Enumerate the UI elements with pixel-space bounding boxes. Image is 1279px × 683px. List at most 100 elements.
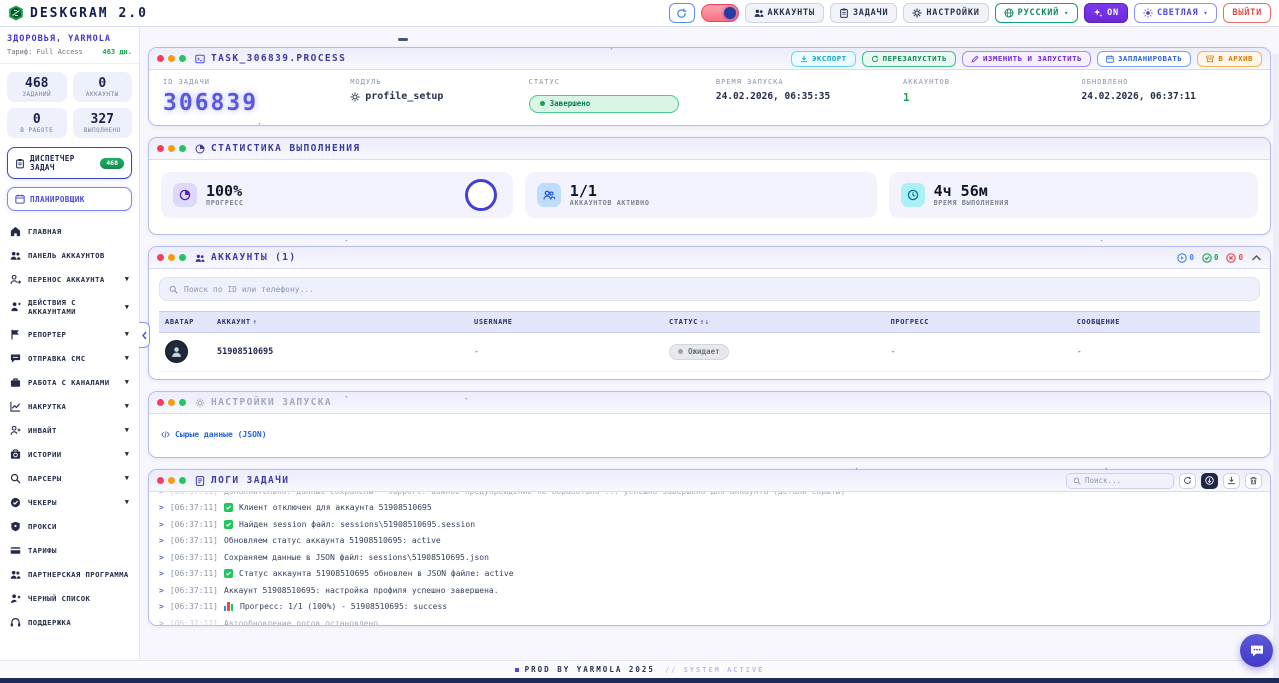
theme-selector[interactable]: СВЕТЛАЯ ▾: [1134, 3, 1217, 23]
col-progress[interactable]: ПРОГРЕСС: [891, 318, 1077, 326]
col-account[interactable]: АККАУНТ↑: [217, 318, 474, 326]
logs-search-input[interactable]: [1085, 476, 1167, 485]
scroll-indicator: [398, 38, 408, 41]
sidebar-item-parsers[interactable]: ПАРСЕРЫ ▼: [7, 466, 132, 490]
accounts-search-input[interactable]: [184, 285, 1250, 294]
user-transfer-icon: [10, 274, 21, 285]
account-message: -: [1077, 347, 1254, 357]
app-title: DESKGRAM 2.0: [30, 6, 148, 21]
logout-button[interactable]: ВЫЙТИ: [1223, 3, 1271, 23]
schedule-button[interactable]: ЗАПЛАНИРОВАТЬ: [1097, 51, 1191, 67]
progress-value: 100%: [206, 183, 244, 199]
col-username[interactable]: USERNAME: [474, 318, 669, 326]
collapse-chevron-icon[interactable]: [1251, 254, 1262, 262]
chevron-down-icon: ▼: [125, 402, 129, 410]
sidebar-collapse-handle[interactable]: [139, 322, 150, 348]
users-icon: [10, 250, 21, 261]
sidebar-item-transfer-account[interactable]: ПЕРЕНОС АККАУНТА ▼: [7, 267, 132, 291]
headset-icon: [10, 617, 21, 628]
settings-button-label: НАСТРОЙКИ: [926, 8, 979, 18]
sidebar-item-channels[interactable]: РАБОТА С КАНАЛАМИ ▼: [7, 370, 132, 394]
pie-chart-icon: [173, 183, 197, 207]
field-status: СТАТУС Завершено: [529, 78, 712, 115]
stat-tile-done: 327 ВЫПОЛНЕНО: [73, 108, 133, 138]
logs-clear-button[interactable]: [1245, 473, 1262, 489]
field-start-time: ВРЕМЯ ЗАПУСКА 24.02.2026, 06:35:35: [716, 78, 899, 115]
sidebar-item-proxy[interactable]: ПРОКСИ: [7, 514, 132, 538]
logs-output[interactable]: [06:37:11] Дополнительно: данные сохране…: [149, 492, 1270, 625]
status-badge: Завершено: [529, 95, 679, 113]
language-selector[interactable]: РУССКИЙ ▾: [995, 3, 1078, 23]
sidebar-item-invite[interactable]: ИНВАЙТ ▼: [7, 418, 132, 442]
sidebar-item-support[interactable]: ПОДДЕРЖКА: [7, 610, 132, 634]
planner-button[interactable]: ПЛАНИРОВЩИК: [7, 187, 132, 211]
field-task-id: ID ЗАДАЧИ 306839: [163, 78, 346, 115]
search-icon: [10, 473, 21, 484]
logo-icon: [8, 5, 24, 21]
sidebar-item-boost[interactable]: НАКРУТКА ▼: [7, 394, 132, 418]
tasks-button-label: ЗАДАЧИ: [853, 8, 889, 18]
support-chat-button[interactable]: [1240, 634, 1273, 667]
ai-toggle-button[interactable]: ON: [1084, 3, 1128, 23]
search-icon: [1073, 477, 1081, 485]
col-message[interactable]: СООБЩЕНИЕ: [1077, 318, 1254, 326]
tariff-label: Тариф: Full Access: [7, 48, 83, 56]
log-line: [06:37:11] Дополнительно: данные сохране…: [159, 492, 1260, 500]
live-toggle[interactable]: [701, 4, 739, 22]
col-avatar[interactable]: АВАТАР: [165, 318, 217, 326]
sidebar-item-home[interactable]: ГЛАВНАЯ: [7, 219, 132, 243]
accounts-button-label: АККАУНТЫ: [768, 8, 815, 18]
sidebar-item-tariffs[interactable]: ТАРИФЫ: [7, 538, 132, 562]
logs-autoscroll-button[interactable]: [1201, 473, 1218, 489]
sidebar-item-accounts-panel[interactable]: ПАНЕЛЬ АККАУНТОВ: [7, 243, 132, 267]
raw-json-link[interactable]: Сырые данные (JSON): [161, 430, 267, 439]
sidebar-item-checkers[interactable]: ЧЕКЕРЫ ▼: [7, 490, 132, 514]
tasks-button[interactable]: ЗАДАЧИ: [830, 3, 898, 23]
refresh-button[interactable]: [669, 3, 695, 23]
task-dispatcher-button[interactable]: ДИСПЕТЧЕР ЗАДАЧ 468: [7, 147, 132, 179]
stat-tile-tasks: 468 ЗАДАНИЙ: [7, 72, 67, 102]
archive-button[interactable]: В АРХИВ: [1197, 51, 1262, 67]
sidebar-item-stories[interactable]: ИСТОРИИ ▼: [7, 442, 132, 466]
sidebar-item-blacklist[interactable]: ЧЕРНЫЙ СПИСОК: [7, 586, 132, 610]
circle-x-icon: [1226, 253, 1236, 263]
stat-value: 0: [9, 113, 65, 127]
logs-download-button[interactable]: [1223, 473, 1240, 489]
horizontal-scrollbar[interactable]: [0, 678, 1279, 683]
page-scrollbar[interactable]: [1273, 54, 1279, 683]
chevron-down-icon: ▼: [125, 498, 129, 506]
schedule-label: ЗАПЛАНИРОВАТЬ: [1118, 54, 1182, 63]
export-button[interactable]: ЭКСПОРТ: [791, 51, 856, 67]
logs-refresh-button[interactable]: [1179, 473, 1196, 489]
edit-and-run-button[interactable]: ИЗМЕНИТЬ И ЗАПУСТИТЬ: [962, 51, 1091, 67]
settings-button[interactable]: НАСТРОЙКИ: [903, 3, 988, 23]
failed-counter: 0: [1226, 253, 1243, 263]
sidebar-item-sms[interactable]: ОТПРАВКА СМС ▼: [7, 346, 132, 370]
footer-text: PROD BY YARMOLA 2025: [515, 665, 655, 674]
task-panel-header: TASK_306839.PROCESS ЭКСПОРТ ПЕРЕЗАПУСТИТ…: [149, 48, 1270, 70]
sparkles-icon: [1093, 8, 1103, 18]
sidebar-item-partner-program[interactable]: ПАРТНЕРСКАЯ ПРОГРАММА: [7, 562, 132, 586]
gear-icon: [350, 92, 360, 102]
sidebar-item-account-actions[interactable]: ДЕЙСТВИЯ С АККАУНТАМИ ▼: [7, 291, 132, 322]
table-row[interactable]: 51908510695 - Ожидает - -: [159, 333, 1260, 372]
active-accounts-card: 1/1 АККАУНТОВ АКТИВНО: [525, 172, 877, 218]
chevron-down-icon: ▾: [1203, 9, 1208, 17]
home-icon: [10, 226, 21, 237]
restart-button[interactable]: ПЕРЕЗАПУСТИТЬ: [862, 51, 956, 67]
task-panel: TASK_306839.PROCESS ЭКСПОРТ ПЕРЕЗАПУСТИТ…: [148, 47, 1271, 126]
code-icon: [161, 430, 170, 439]
language-label: РУССКИЙ: [1018, 8, 1059, 18]
stat-value: 0: [75, 77, 131, 91]
accounts-search[interactable]: [159, 277, 1260, 301]
theme-label: СВЕТЛАЯ: [1157, 8, 1198, 18]
logs-search[interactable]: [1066, 473, 1174, 489]
sidebar-item-reporter[interactable]: РЕПОРТЕР ▼: [7, 322, 132, 346]
col-status[interactable]: СТАТУС↑↓: [669, 318, 891, 326]
updated-value: 24.02.2026, 06:37:11: [1082, 91, 1256, 102]
log-line: [06:37:11] Прогресс: 1/1 (100%) - 519085…: [159, 599, 1260, 616]
accounts-button[interactable]: АККАУНТЫ: [745, 3, 824, 23]
window-dots: [157, 477, 186, 484]
clock-icon: [901, 183, 925, 207]
window-dots: [157, 399, 186, 406]
